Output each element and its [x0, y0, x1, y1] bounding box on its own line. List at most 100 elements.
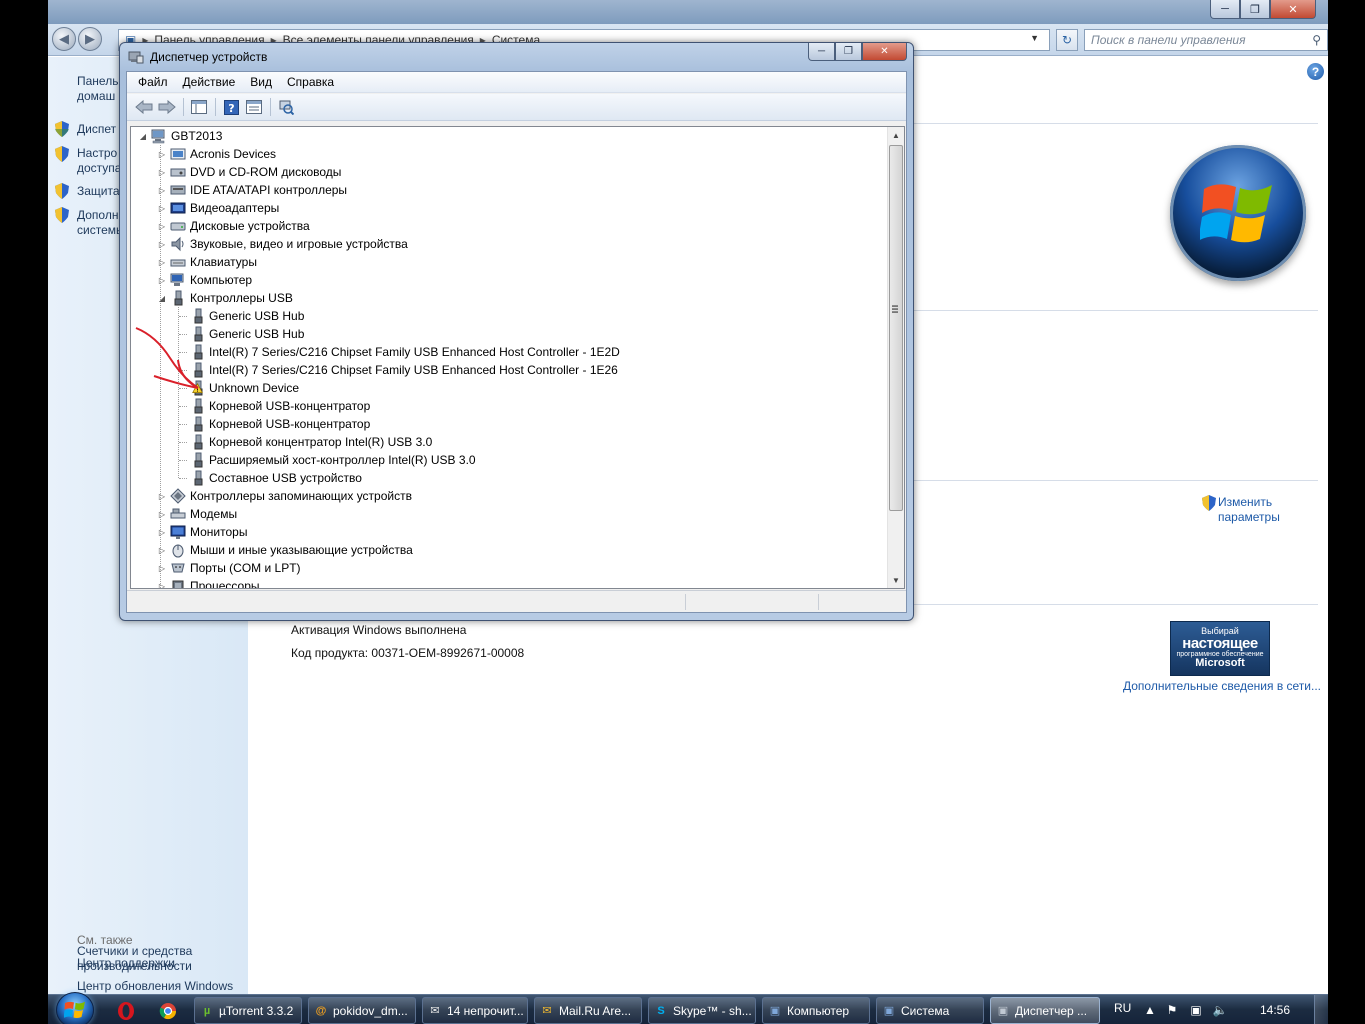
tree-category[interactable]: ▷ Мыши и иные указывающие устройства [131, 541, 881, 559]
expand-arrow-icon[interactable]: ▷ [158, 168, 166, 177]
taskbar-button[interactable]: ▣ Диспетчер ... [990, 997, 1100, 1024]
expand-arrow-icon[interactable]: ▷ [158, 564, 166, 573]
sidebar-item-protection[interactable]: Защита [77, 184, 120, 199]
expand-arrow-icon[interactable]: ▷ [158, 492, 166, 501]
show-hidden-icons-icon[interactable]: ▲ [1142, 1002, 1158, 1018]
expand-arrow-icon[interactable]: ▷ [158, 546, 166, 555]
expand-arrow-icon[interactable]: ▷ [158, 222, 166, 231]
help-button[interactable]: ? [220, 97, 242, 117]
close-button[interactable]: ✕ [862, 43, 907, 61]
sidebar-item-home[interactable]: Панель домаш [77, 74, 118, 104]
start-button[interactable] [56, 992, 94, 1024]
tree-category[interactable]: ▷ Дисковые устройства [131, 217, 881, 235]
show-desktop-button[interactable] [1314, 995, 1328, 1024]
maximize-button[interactable]: ❐ [835, 43, 862, 61]
tree-device[interactable]: Generic USB Hub [131, 325, 881, 343]
back-button[interactable]: ◀ [52, 27, 76, 51]
menu-help[interactable]: Справка [280, 72, 342, 92]
tree-category[interactable]: ▷ Контроллеры запоминающих устройств [131, 487, 881, 505]
scroll-down-icon[interactable]: ▼ [888, 572, 904, 588]
close-button[interactable]: ✕ [1270, 0, 1316, 19]
forward-button[interactable]: ▶ [78, 27, 102, 51]
menu-view[interactable]: Вид [243, 72, 280, 92]
taskbar-button[interactable]: ✉ Mail.Ru Are... [534, 997, 642, 1024]
sidebar-item-device-manager[interactable]: Диспет [77, 122, 116, 137]
tree-category[interactable]: ▷ Звуковые, видео и игровые устройства [131, 235, 881, 253]
window-title: Диспетчер устройств [150, 50, 268, 64]
expand-arrow-icon[interactable]: ▷ [158, 582, 166, 589]
refresh-button[interactable]: ↻ [1056, 29, 1078, 51]
scroll-thumb[interactable] [889, 145, 903, 511]
tree-device[interactable]: Корневой USB-концентратор [131, 415, 881, 433]
device-manager-titlebar[interactable]: Диспетчер устройств ─ ❐ ✕ [120, 43, 913, 71]
expand-arrow-icon[interactable]: ▷ [158, 528, 166, 537]
collapse-arrow-icon[interactable]: ◢ [158, 294, 166, 303]
tree-category[interactable]: ▷ Acronis Devices [131, 145, 881, 163]
minimize-button[interactable]: ─ [808, 43, 835, 61]
sidebar-item-remote[interactable]: Настро доступа [77, 146, 121, 176]
scroll-up-icon[interactable]: ▲ [888, 127, 904, 143]
expand-arrow-icon[interactable]: ▷ [158, 510, 166, 519]
tree-category[interactable]: ▷ Порты (COM и LPT) [131, 559, 881, 577]
opera-pinned[interactable] [108, 998, 144, 1023]
expand-arrow-icon[interactable]: ▷ [158, 276, 166, 285]
tree-category[interactable]: ▷ Мониторы [131, 523, 881, 541]
expand-arrow-icon[interactable]: ▷ [158, 258, 166, 267]
tree-device[interactable]: Составное USB устройство [131, 469, 881, 487]
tree-category[interactable]: ▷ Модемы [131, 505, 881, 523]
genuine-microsoft-badge[interactable]: Выбирай настоящее программное обеспечени… [1170, 621, 1270, 676]
chrome-pinned[interactable] [150, 998, 186, 1023]
forward-button[interactable] [156, 97, 178, 117]
taskbar-button[interactable]: ▣ Компьютер [762, 997, 870, 1024]
tree-device[interactable]: Intel(R) 7 Series/C216 Chipset Family US… [131, 343, 881, 361]
menu-file[interactable]: Файл [131, 72, 176, 92]
tree-device[interactable]: Корневой концентратор Intel(R) USB 3.0 [131, 433, 881, 451]
tree-category[interactable]: ▷ Компьютер [131, 271, 881, 289]
action-center-flag-icon[interactable]: ⚑ [1164, 1002, 1180, 1018]
tree-root[interactable]: ◢ GBT2013 [131, 127, 881, 145]
tree-category[interactable]: ▷ Клавиатуры [131, 253, 881, 271]
change-settings-link[interactable]: Изменить параметры [1202, 495, 1280, 525]
network-icon[interactable]: ▣ [1188, 1002, 1204, 1018]
expand-arrow-icon[interactable]: ▷ [158, 204, 166, 213]
language-indicator[interactable]: RU [1114, 1001, 1131, 1015]
device-tree[interactable]: ◢ GBT2013 ▷ Acronis Devices ▷ DVD и CD-ROM … [130, 126, 905, 589]
sidebar-link-windows-update[interactable]: Центр обновления Windows [77, 979, 233, 994]
tree-category[interactable]: ▷ Процессоры [131, 577, 881, 589]
address-dropdown-icon[interactable]: ▼ [1030, 33, 1039, 43]
tree-device[interactable]: Корневой USB-концентратор [131, 397, 881, 415]
clock[interactable]: 14:56 [1260, 1003, 1290, 1017]
properties-button[interactable] [243, 97, 265, 117]
sidebar-item-advanced[interactable]: Дополн системы [77, 208, 125, 238]
expand-arrow-icon[interactable]: ▷ [158, 186, 166, 195]
tree-category[interactable]: ▷ Видеоадаптеры [131, 199, 881, 217]
tree-device-unknown[interactable]: Unknown Device [131, 379, 881, 397]
help-button[interactable]: ? [1307, 63, 1324, 80]
taskbar-button[interactable]: S Skype™ - sh... [648, 997, 756, 1024]
expand-arrow-icon[interactable]: ▷ [158, 240, 166, 249]
menu-action[interactable]: Действие [176, 72, 244, 92]
sidebar-link-performance[interactable]: Счетчики и средства производительности [77, 944, 192, 974]
scan-hardware-button[interactable] [275, 97, 297, 117]
tree-category[interactable]: ◢ Контроллеры USB [131, 289, 881, 307]
show-hide-console-tree-button[interactable] [188, 97, 210, 117]
volume-icon[interactable]: 🔈 [1212, 1002, 1228, 1018]
expand-arrow-icon[interactable]: ▷ [158, 150, 166, 159]
tree-scrollbar[interactable]: ▲ ▬ ▬ ▬ ▼ [887, 127, 904, 588]
search-icon[interactable]: ⚲ [1312, 33, 1321, 47]
taskbar-button[interactable]: ✉ 14 непрочит... [422, 997, 528, 1024]
tree-category[interactable]: ▷ IDE ATA/ATAPI контроллеры [131, 181, 881, 199]
taskbar-button[interactable]: @ pokidov_dm... [308, 997, 416, 1024]
search-input[interactable]: Поиск в панели управления ⚲ [1084, 29, 1328, 51]
maximize-button[interactable]: ❐ [1240, 0, 1270, 19]
tree-category[interactable]: ▷ DVD и CD-ROM дисководы [131, 163, 881, 181]
taskbar-button[interactable]: µ µTorrent 3.3.2 [194, 997, 302, 1024]
collapse-arrow-icon[interactable]: ◢ [139, 132, 147, 141]
tree-device[interactable]: Расширяемый хост-контроллер Intel(R) USB… [131, 451, 881, 469]
tree-device[interactable]: Generic USB Hub [131, 307, 881, 325]
more-info-online-link[interactable]: Дополнительные сведения в сети... [1123, 679, 1321, 693]
back-button[interactable] [133, 97, 155, 117]
tree-device[interactable]: Intel(R) 7 Series/C216 Chipset Family US… [131, 361, 881, 379]
taskbar-button[interactable]: ▣ Система [876, 997, 984, 1024]
minimize-button[interactable]: ─ [1210, 0, 1240, 19]
